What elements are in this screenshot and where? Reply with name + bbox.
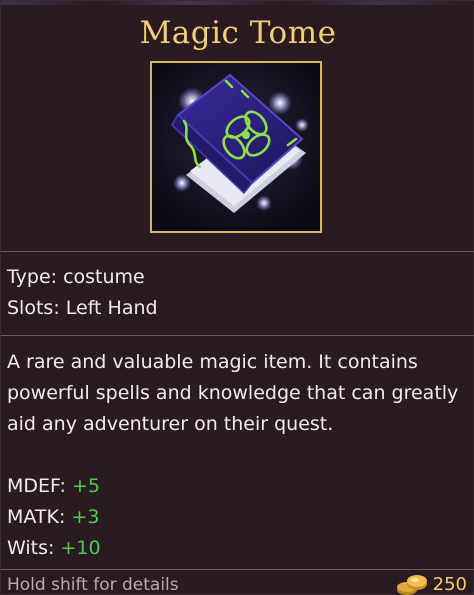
item-name-title: Magic Tome <box>139 15 337 51</box>
stat-label: MDEF: <box>7 475 66 497</box>
gold-coins-icon <box>396 575 427 595</box>
stat-row-mdef: MDEF: +5 <box>7 471 100 501</box>
stat-label: Wits: <box>7 537 55 559</box>
item-description: A rare and valuable magic item. It conta… <box>7 351 459 435</box>
section-divider-top <box>1 251 474 252</box>
magic-tome-book-icon <box>152 63 320 231</box>
details-hint: Hold shift for details <box>7 575 179 595</box>
section-divider-bottom <box>1 569 474 570</box>
stat-label: MATK: <box>7 506 66 528</box>
stat-value: +5 <box>71 475 100 497</box>
top-edge-strip <box>1 1 474 5</box>
section-divider-middle <box>1 335 474 336</box>
item-slots: Slots: Left Hand <box>7 297 158 319</box>
item-tooltip: Magic Tome Type: costume Slots: Left Han… <box>0 0 474 595</box>
stat-row-matk: MATK: +3 <box>7 502 99 532</box>
item-type: Type: costume <box>7 266 145 288</box>
price-value: 250 <box>432 573 467 595</box>
stat-value: +3 <box>71 506 100 528</box>
item-price: 250 <box>395 572 467 595</box>
item-portrait-frame <box>150 61 322 233</box>
stat-row-wits: Wits: +10 <box>7 533 101 563</box>
stat-value: +10 <box>60 537 101 559</box>
